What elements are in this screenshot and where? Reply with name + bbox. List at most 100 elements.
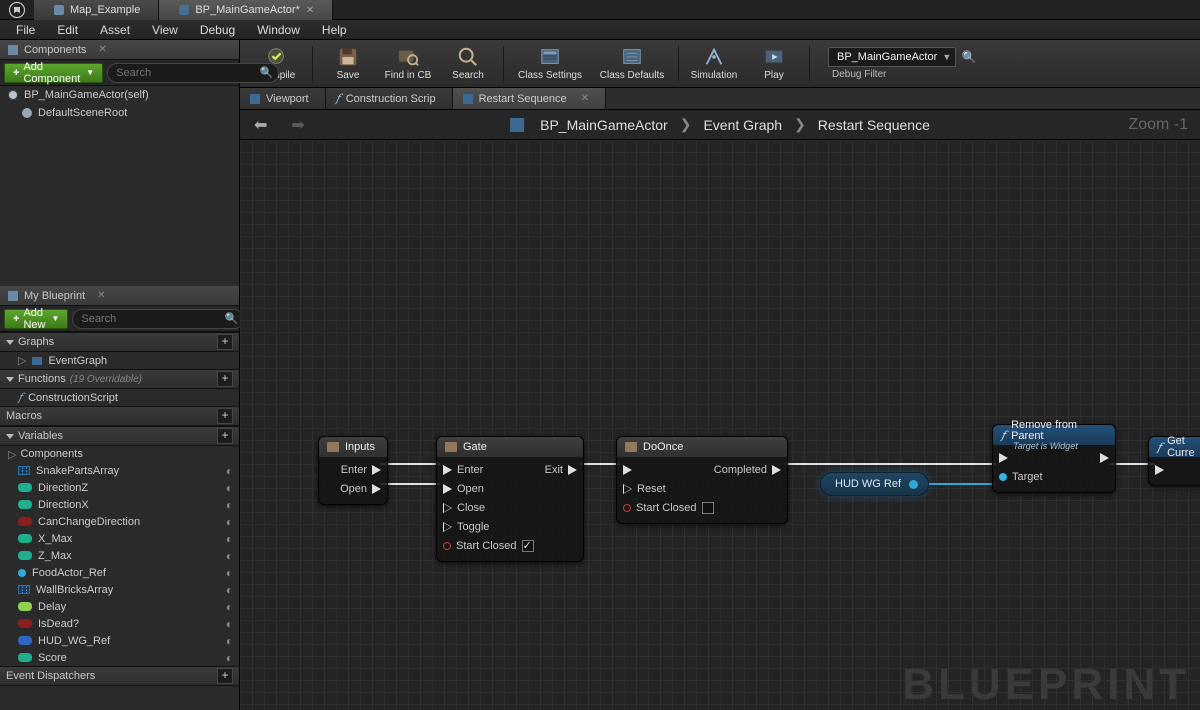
menu-help[interactable]: Help [312,21,357,39]
visibility-icon[interactable]: ◐ [226,583,233,597]
variable-snakepartsarray[interactable]: SnakePartsArray◐ [0,462,239,479]
components-search-input[interactable] [107,63,279,83]
menu-window[interactable]: Window [247,21,310,39]
variable-x-max[interactable]: X_Max◐ [0,530,239,547]
exec-in-pin[interactable] [999,453,1008,463]
exec-out-pin[interactable] [1100,453,1109,463]
object-in-pin[interactable] [999,473,1007,481]
exec-in-pin[interactable] [443,503,452,513]
node-hud-wg-ref[interactable]: HUD WG Ref [820,472,929,496]
exec-out-pin[interactable] [372,484,381,494]
menu-file[interactable]: File [6,21,45,39]
simulation-button[interactable]: Simulation [685,42,743,86]
components-panel-tab[interactable]: Components ✕ [0,40,239,60]
close-icon[interactable]: ✕ [581,93,589,104]
variable-canchangedirection[interactable]: CanChangeDirection◐ [0,513,239,530]
visibility-icon[interactable]: ◐ [226,481,233,495]
visibility-icon[interactable]: ◐ [226,532,233,546]
graph-eventgraph[interactable]: ▷EventGraph [0,352,239,369]
exec-in-pin[interactable] [443,465,452,475]
object-out-pin[interactable] [909,480,918,489]
nav-back-button[interactable]: ⬅ [250,115,271,135]
section-graphs[interactable]: Graphs + [0,332,239,352]
visibility-icon[interactable]: ◐ [226,651,233,665]
visibility-icon[interactable]: ◐ [226,617,233,631]
close-icon[interactable]: ✕ [97,290,105,301]
visibility-icon[interactable]: ◐ [226,634,233,648]
exec-in-pin[interactable] [623,484,632,494]
doc-tab-bp[interactable]: BP_MainGameActor*✕ [159,0,333,20]
menu-debug[interactable]: Debug [190,21,245,39]
tab-viewport[interactable]: Viewport [240,88,326,109]
visibility-icon[interactable]: ◐ [226,464,233,478]
debug-object-combo[interactable]: BP_MainGameActor▼ [828,47,956,67]
exec-in-pin[interactable] [443,522,452,532]
nav-forward-button[interactable]: ➡ [287,115,308,135]
save-button[interactable]: Save [319,42,377,86]
close-icon[interactable]: ✕ [98,44,106,55]
variable-z-max[interactable]: Z_Max◐ [0,547,239,564]
section-functions[interactable]: Functions(19 Overridable) + [0,369,239,389]
search-button[interactable]: Search [439,42,497,86]
play-button[interactable]: Play [745,42,803,86]
variable-isdead-[interactable]: IsDead?◐ [0,615,239,632]
variable-directionx[interactable]: DirectionX◐ [0,496,239,513]
add-graph-button[interactable]: + [217,334,233,350]
myblueprint-search-input[interactable] [72,309,244,329]
exec-out-pin[interactable] [568,465,577,475]
node-get-current[interactable]: 𝑓Get Curre [1148,436,1200,486]
visibility-icon[interactable]: ◐ [226,600,233,614]
component-scene-root[interactable]: DefaultSceneRoot [0,104,239,122]
node-inputs[interactable]: Inputs Enter Open [318,436,388,505]
exec-in-pin[interactable] [1155,465,1164,475]
variable-score[interactable]: Score◐ [0,649,239,666]
visibility-icon[interactable]: ◐ [226,566,233,580]
section-variables[interactable]: Variables + [0,426,239,446]
add-macro-button[interactable]: + [217,408,233,424]
graph-canvas[interactable]: Inputs Enter Open Gate EnterExit Open Cl… [240,140,1200,710]
tab-construction-script[interactable]: 𝑓Construction Scrip [326,88,453,109]
add-function-button[interactable]: + [217,371,233,387]
search-debug-button[interactable]: 🔍 [960,48,978,66]
menu-view[interactable]: View [142,21,188,39]
bool-pin[interactable] [623,504,631,512]
variable-foodactor-ref[interactable]: FoodActor_Ref◐ [0,564,239,581]
node-doonce[interactable]: DoOnce Completed Reset Start Closed [616,436,788,524]
exec-out-pin[interactable] [372,465,381,475]
breadcrumb-event-graph[interactable]: Event Graph [703,117,782,133]
variable-delay[interactable]: Delay◐ [0,598,239,615]
menu-edit[interactable]: Edit [47,21,88,39]
node-remove-from-parent[interactable]: 𝑓Remove from ParentTarget is Widget Targ… [992,424,1116,493]
start-closed-checkbox[interactable] [522,540,534,552]
visibility-icon[interactable]: ◐ [226,498,233,512]
variable-hud-wg-ref[interactable]: HUD_WG_Ref◐ [0,632,239,649]
section-macros[interactable]: Macros + [0,406,239,426]
class-defaults-button[interactable]: Class Defaults [592,42,672,86]
variables-components-subhead[interactable]: ▷Components [0,446,239,462]
visibility-icon[interactable]: ◐ [226,515,233,529]
breadcrumb-root[interactable]: BP_MainGameActor [540,117,668,133]
visibility-icon[interactable]: ◐ [226,549,233,563]
close-icon[interactable]: ✕ [306,5,314,16]
exec-out-pin[interactable] [772,465,781,475]
myblueprint-panel-tab[interactable]: My Blueprint ✕ [0,286,239,306]
bool-pin[interactable] [443,542,451,550]
add-component-button[interactable]: +Add Component▼ [4,63,103,83]
add-variable-button[interactable]: + [217,428,233,444]
menu-asset[interactable]: Asset [90,21,140,39]
section-dispatchers[interactable]: Event Dispatchers + [0,666,239,686]
exec-in-pin[interactable] [623,465,632,475]
node-gate[interactable]: Gate EnterExit Open Close Toggle Start C… [436,436,584,562]
exec-in-pin[interactable] [443,484,452,494]
variable-wallbricksarray[interactable]: WallBricksArray◐ [0,581,239,598]
variable-directionz[interactable]: DirectionZ◐ [0,479,239,496]
start-closed-checkbox[interactable] [702,502,714,514]
function-constructionscript[interactable]: 𝑓ConstructionScript [0,389,239,406]
add-dispatcher-button[interactable]: + [217,668,233,684]
find-in-cb-button[interactable]: Find in CB [379,42,437,86]
add-new-button[interactable]: +Add New▼ [4,309,68,329]
tab-restart-sequence[interactable]: Restart Sequence✕ [453,88,606,109]
doc-tab-map[interactable]: Map_Example [34,0,159,20]
component-self[interactable]: BP_MainGameActor(self) [0,86,239,104]
class-settings-button[interactable]: Class Settings [510,42,590,86]
